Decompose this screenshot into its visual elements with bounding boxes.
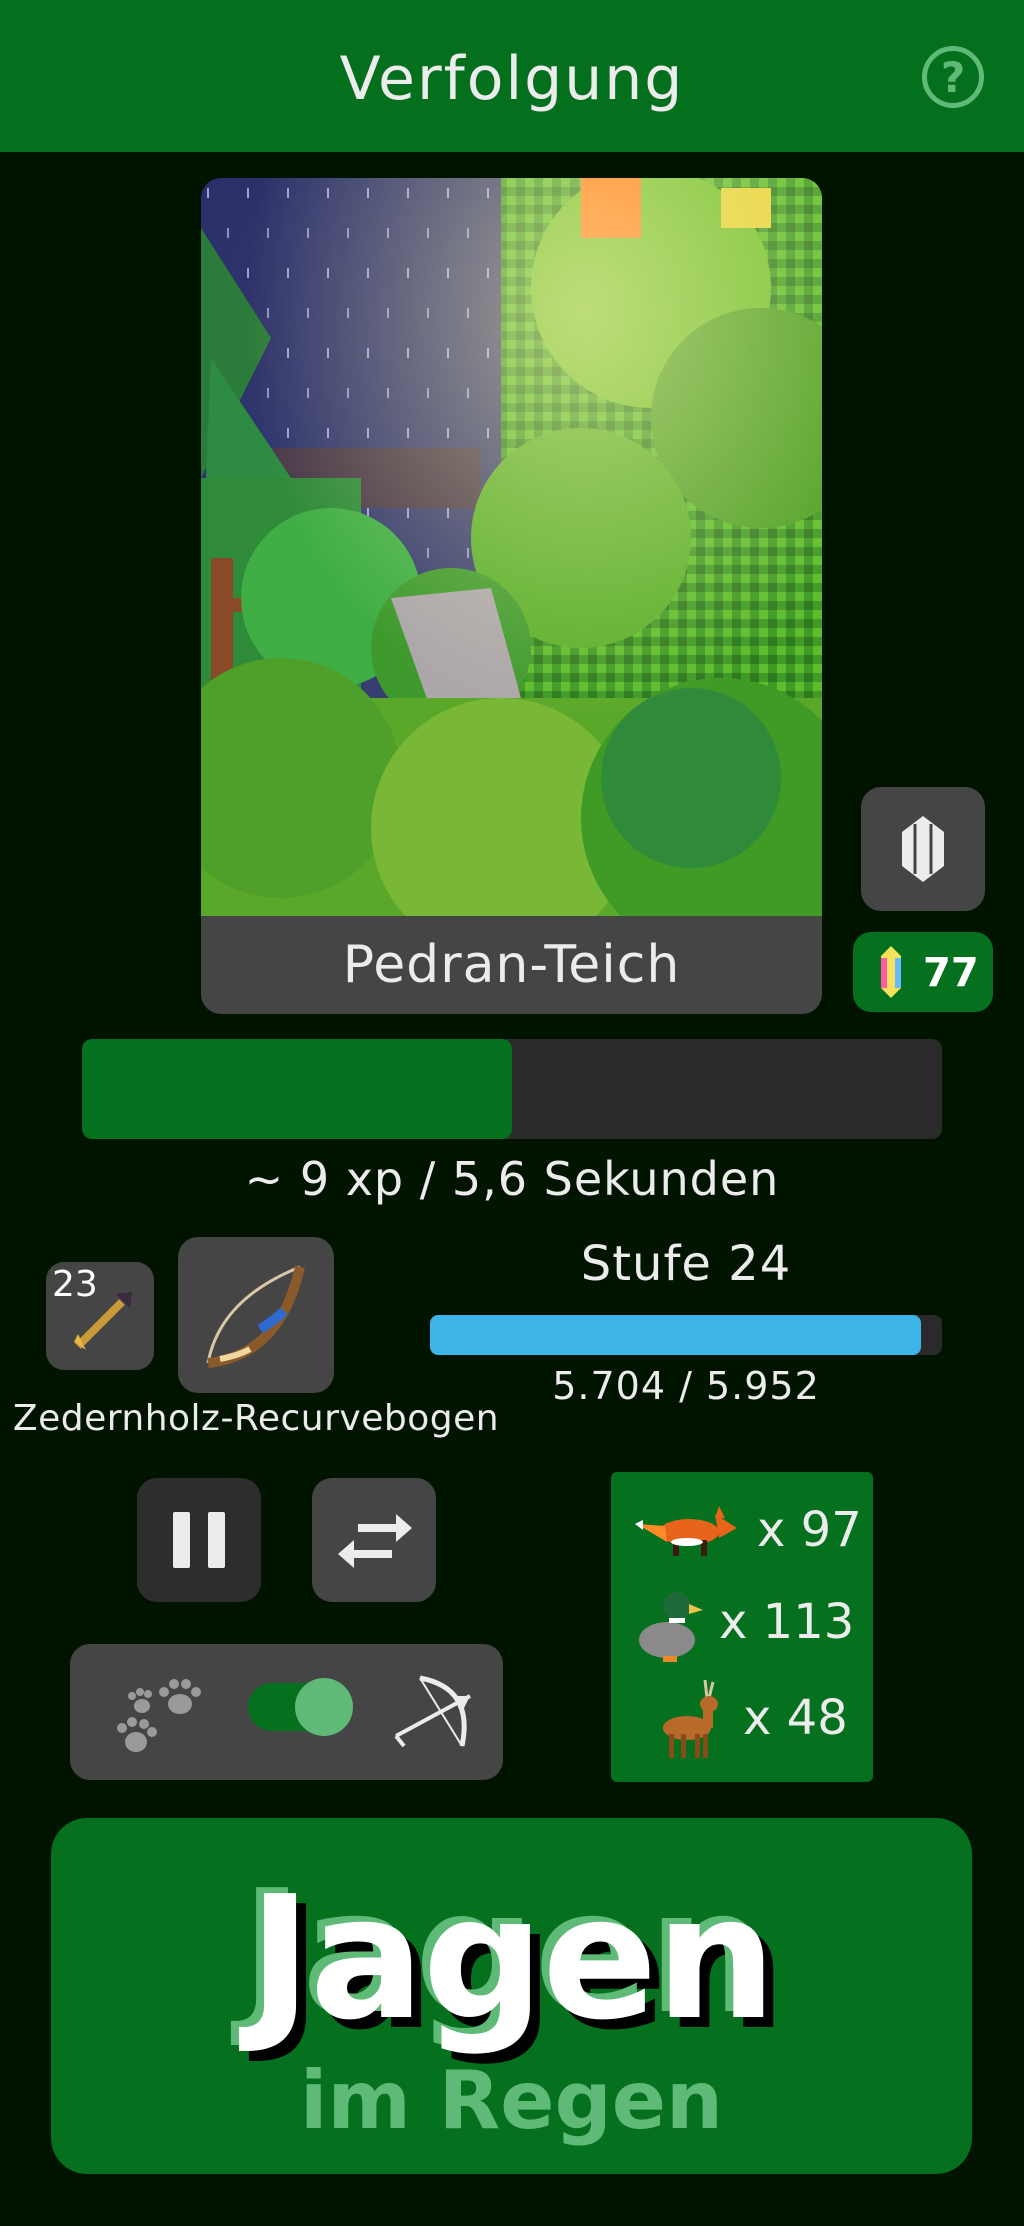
- location-name: Pedran-Teich: [342, 935, 681, 995]
- catch-row-deer: x 48: [611, 1676, 873, 1766]
- location-name-panel: Pedran-Teich: [201, 916, 822, 1014]
- gem-count: 77: [923, 950, 979, 996]
- hunt-button[interactable]: Jagen im Regen: [51, 1818, 972, 2174]
- catch-counter-panel: x 97 x 113 x 48: [611, 1472, 873, 1782]
- hunt-button-title: Jagen: [248, 1860, 777, 2058]
- ammo-count: 23: [52, 1264, 98, 1305]
- pause-button[interactable]: [137, 1478, 261, 1602]
- swap-arrows-icon: [338, 1514, 412, 1568]
- ammo-slot[interactable]: 23: [46, 1262, 154, 1370]
- pause-icon: [173, 1512, 225, 1568]
- duck-count: x 113: [719, 1594, 855, 1650]
- catch-row-fox: x 97: [611, 1484, 873, 1574]
- swap-button[interactable]: [312, 1478, 436, 1602]
- question-circle-icon[interactable]: ?: [922, 46, 984, 108]
- catch-row-duck: x 113: [611, 1580, 873, 1670]
- deer-count: x 48: [743, 1690, 848, 1746]
- hunt-mode-toggle-knob[interactable]: [295, 1678, 353, 1736]
- bow-arrow-icon: [394, 1675, 471, 1748]
- level-xp-text: 5.704 / 5.952: [552, 1364, 820, 1408]
- hunt-button-subtitle: im Regen: [300, 2054, 723, 2147]
- duck-icon: [639, 1592, 703, 1662]
- weapon-slot[interactable]: [178, 1237, 334, 1393]
- level-label: Stufe 24: [580, 1236, 792, 1292]
- gem-counter: 77: [853, 932, 993, 1012]
- deer-icon: [663, 1679, 718, 1758]
- level-progress-bar: [430, 1315, 942, 1355]
- rainbow-crystal-icon: [881, 946, 901, 998]
- fox-icon: [635, 1506, 737, 1556]
- location-artwork: [201, 178, 822, 916]
- crystal-icon: [902, 816, 944, 882]
- hunt-mode-switch[interactable]: [70, 1644, 503, 1780]
- page-title: Verfolgung: [339, 44, 685, 114]
- header-bar: Verfolgung ?: [0, 0, 1024, 152]
- recurve-bow-icon: [206, 1265, 305, 1368]
- fox-count: x 97: [757, 1502, 862, 1558]
- activity-progress-bar: [82, 1039, 942, 1139]
- activity-progress-fill: [82, 1039, 512, 1139]
- gem-button[interactable]: [861, 787, 985, 911]
- paw-prints-icon: [117, 1679, 201, 1752]
- level-progress-fill: [430, 1315, 921, 1355]
- xp-rate-text: ~ 9 xp / 5,6 Sekunden: [244, 1152, 780, 1206]
